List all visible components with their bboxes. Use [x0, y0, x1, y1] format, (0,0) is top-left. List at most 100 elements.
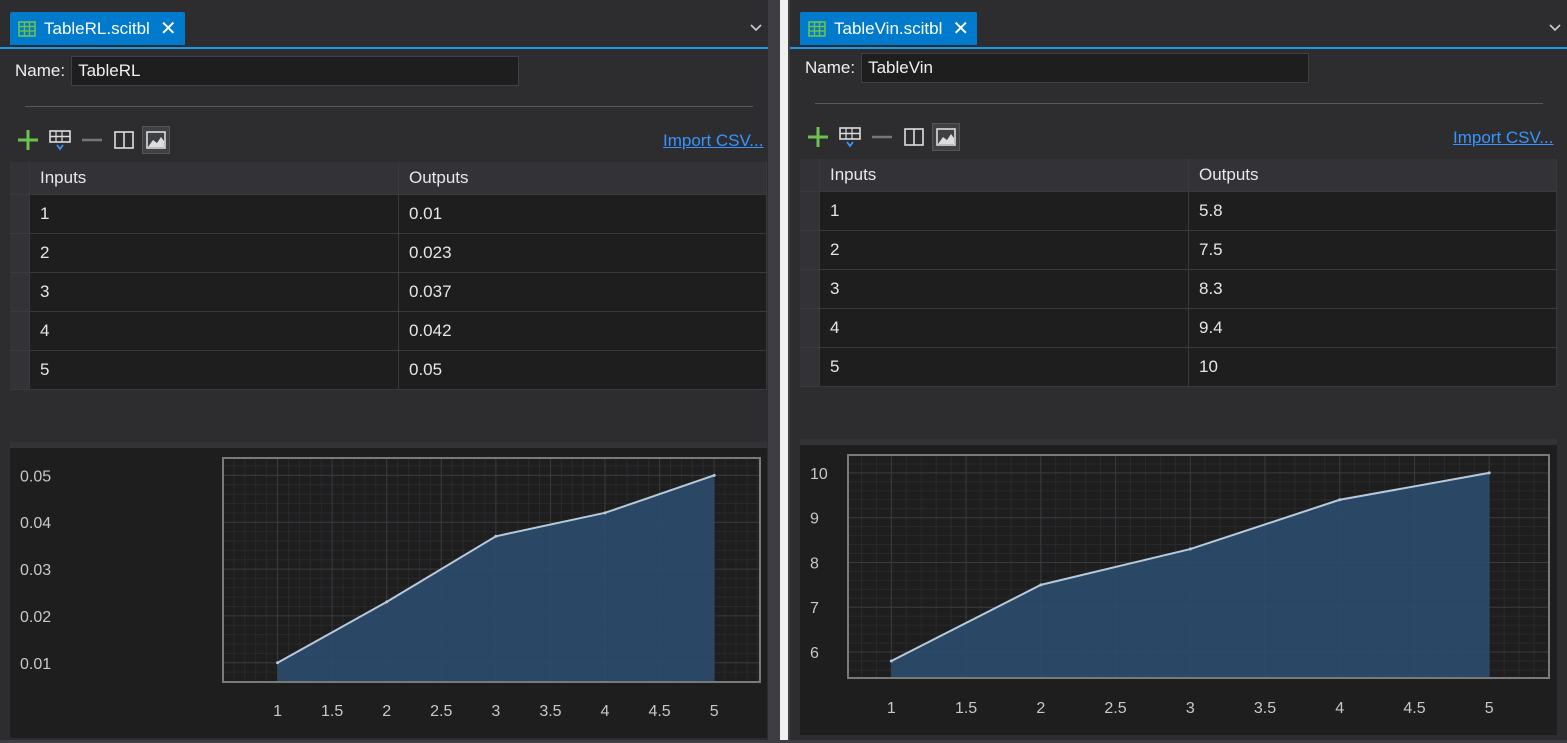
tab-tablevin[interactable]: TableVin.scitbl ✕: [800, 12, 978, 45]
close-icon[interactable]: ✕: [160, 19, 177, 39]
row-header[interactable]: [800, 348, 820, 386]
y-tick-label: 0.01: [20, 656, 51, 673]
area-chart: 1 1.5 2 2.5 3 3.5 4 4.5 5 6 7 8 9 10: [810, 454, 1550, 717]
row-header[interactable]: [10, 234, 30, 272]
name-label: Name:: [15, 61, 66, 80]
row-header[interactable]: [10, 312, 30, 350]
cell-input[interactable]: 4: [30, 312, 399, 350]
column-header-outputs[interactable]: Outputs: [1189, 159, 1557, 191]
column-header-inputs[interactable]: Inputs: [30, 162, 399, 194]
import-csv-link[interactable]: Import CSV...: [1453, 128, 1553, 148]
name-input[interactable]: TableRL: [71, 56, 520, 86]
data-point: [1039, 583, 1043, 587]
chart-view-button[interactable]: [142, 126, 170, 154]
data-point: [276, 661, 280, 665]
table-row[interactable]: 2 0.023: [10, 234, 767, 273]
table-row[interactable]: 1 0.01: [10, 195, 767, 234]
insert-row-button[interactable]: [46, 126, 74, 154]
name-input[interactable]: TableVin: [861, 53, 1310, 83]
grid-empty-area: [800, 387, 1557, 439]
import-csv-link[interactable]: Import CSV...: [663, 131, 763, 151]
chart-view-button[interactable]: [932, 123, 960, 151]
cell-output[interactable]: 9.4: [1189, 309, 1557, 347]
column-header-outputs[interactable]: Outputs: [399, 162, 767, 194]
table-editor-panel-vin: TableVin.scitbl ✕ Name: TableVin Import …: [790, 0, 1567, 740]
cell-input[interactable]: 1: [30, 195, 399, 233]
cell-output[interactable]: 5.8: [1189, 192, 1557, 230]
table-row[interactable]: 4 0.042: [10, 312, 767, 351]
cell-output[interactable]: 7.5: [1189, 231, 1557, 269]
split-view-button[interactable]: [900, 123, 928, 151]
y-tick-label: 10: [810, 466, 828, 483]
cell-output[interactable]: 0.042: [399, 312, 767, 350]
select-all-corner[interactable]: [800, 159, 820, 191]
grid-empty-area: [10, 390, 767, 442]
table-row[interactable]: 4 9.4: [800, 309, 1557, 348]
cell-output[interactable]: 0.023: [399, 234, 767, 272]
x-tick-label: 5: [710, 703, 719, 720]
table-row[interactable]: 3 8.3: [800, 270, 1557, 309]
cell-input[interactable]: 2: [30, 234, 399, 272]
split-view-button[interactable]: [110, 126, 138, 154]
data-grid: Inputs Outputs 1 0.01 2 0.023 3 0.037 4 0.04…: [10, 162, 767, 442]
table-row[interactable]: 2 7.5: [800, 231, 1557, 270]
table-row[interactable]: 1 5.8: [800, 192, 1557, 231]
x-tick-label: 3.5: [539, 703, 561, 720]
table-icon: [18, 20, 36, 37]
row-header[interactable]: [800, 231, 820, 269]
add-button[interactable]: [804, 123, 832, 151]
x-tick-label: 1: [887, 700, 896, 717]
y-tick-label: 0.02: [20, 609, 51, 626]
tab-bar: TableRL.scitbl ✕: [0, 0, 768, 49]
remove-button[interactable]: [78, 126, 106, 154]
cell-input[interactable]: 4: [820, 309, 1189, 347]
insert-row-icon: [839, 127, 861, 148]
grid-header-row: Inputs Outputs: [800, 159, 1557, 192]
cell-output[interactable]: 10: [1189, 348, 1557, 386]
x-tick-label: 1.5: [955, 700, 977, 717]
add-icon: [18, 130, 38, 150]
close-icon[interactable]: ✕: [952, 19, 969, 39]
tab-title: TableRL.scitbl: [44, 18, 150, 38]
row-header[interactable]: [800, 309, 820, 347]
chevron-down-icon[interactable]: [750, 22, 762, 32]
chevron-down-icon[interactable]: [1549, 22, 1561, 32]
cell-input[interactable]: 5: [30, 351, 399, 389]
row-header[interactable]: [10, 195, 30, 233]
y-tick-label: 8: [810, 555, 819, 572]
cell-input[interactable]: 1: [820, 192, 1189, 230]
select-all-corner[interactable]: [10, 162, 30, 194]
insert-row-icon: [49, 130, 71, 151]
row-header[interactable]: [10, 351, 30, 389]
data-point: [603, 511, 607, 515]
remove-button[interactable]: [868, 123, 896, 151]
column-header-inputs[interactable]: Inputs: [820, 159, 1189, 191]
y-tick-label: 0.03: [20, 562, 51, 579]
tab-tablerl[interactable]: TableRL.scitbl ✕: [10, 12, 185, 45]
chart-view-icon: [936, 128, 956, 146]
row-header[interactable]: [800, 192, 820, 230]
cell-input[interactable]: 3: [30, 273, 399, 311]
table-editor-panel-rl: TableRL.scitbl ✕ Name: TableRL Import CS…: [0, 0, 768, 740]
name-row: Name: TableVin: [805, 53, 1310, 83]
cell-output[interactable]: 0.01: [399, 195, 767, 233]
panel-splitter[interactable]: [780, 0, 788, 740]
row-header[interactable]: [10, 273, 30, 311]
cell-input[interactable]: 2: [820, 231, 1189, 269]
cell-output[interactable]: 0.05: [399, 351, 767, 389]
cell-input[interactable]: 5: [820, 348, 1189, 386]
cell-output[interactable]: 8.3: [1189, 270, 1557, 308]
row-header[interactable]: [800, 270, 820, 308]
table-row[interactable]: 5 0.05: [10, 351, 767, 390]
add-button[interactable]: [14, 126, 42, 154]
insert-row-button[interactable]: [836, 123, 864, 151]
y-tick-label: 0.04: [20, 515, 51, 532]
name-row: Name: TableRL: [15, 56, 520, 86]
x-tick-label: 3: [491, 703, 500, 720]
cell-output[interactable]: 0.037: [399, 273, 767, 311]
table-row[interactable]: 3 0.037: [10, 273, 767, 312]
cell-input[interactable]: 3: [820, 270, 1189, 308]
chart-area: 1 1.5 2 2.5 3 3.5 4 4.5 5 0.01 0.02 0.03 0.04 0.05: [10, 442, 767, 738]
table-row[interactable]: 5 10: [800, 348, 1557, 387]
y-tick-label: 9: [810, 511, 819, 528]
